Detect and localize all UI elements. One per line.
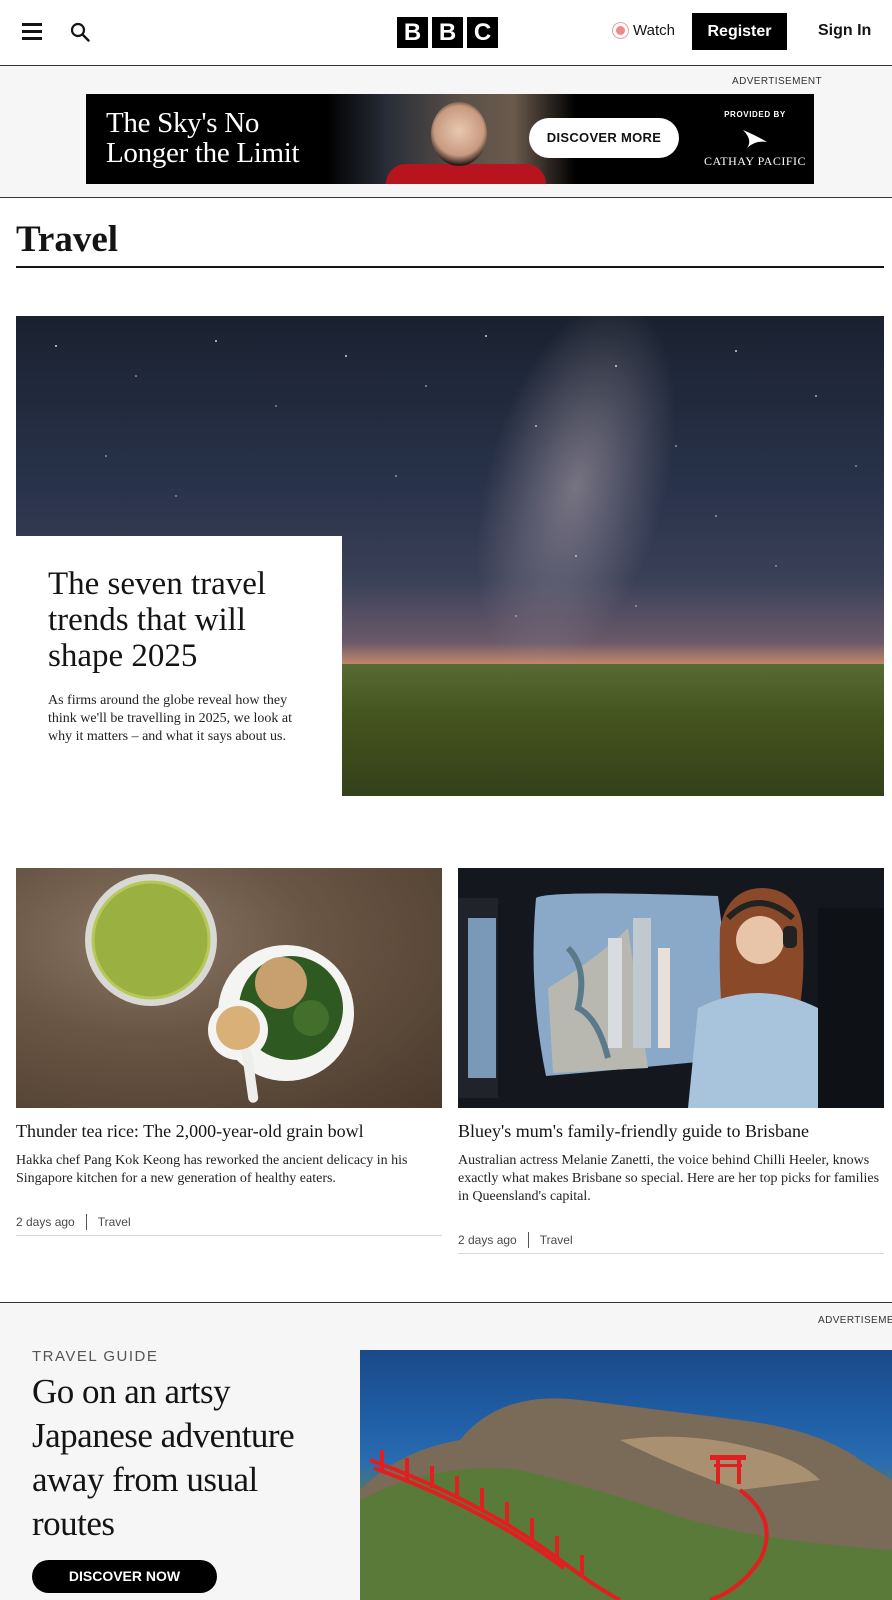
ad-label: ADVERTISEMENT — [732, 76, 823, 87]
top-advertisement: ADVERTISEMENT The Sky's No Longer the Li… — [0, 66, 892, 198]
ad-photo-uniform — [386, 164, 546, 184]
ad-image[interactable] — [360, 1350, 892, 1600]
meta-separator — [527, 1232, 529, 1248]
story-image[interactable] — [458, 868, 884, 1108]
logo-letter: B — [397, 17, 428, 48]
coastal-torii-illustration — [360, 1398, 892, 1600]
ad-kicker: TRAVEL GUIDE — [32, 1348, 159, 1365]
watch-link[interactable]: Watch — [612, 22, 675, 39]
sign-in-link[interactable]: Sign In — [818, 22, 871, 40]
live-dot-icon — [612, 22, 629, 39]
card-divider — [16, 1235, 442, 1236]
grain-bowl-illustration — [85, 874, 354, 1103]
story-timestamp: 2 days ago — [16, 1215, 75, 1229]
site-header: B B C Watch Register Sign In — [0, 0, 892, 66]
story-summary: Australian actress Melanie Zanetti, the … — [458, 1153, 880, 1204]
meta-separator — [85, 1214, 87, 1230]
helicopter-cabin-illustration — [458, 868, 884, 1108]
story-category[interactable]: Travel — [540, 1233, 573, 1247]
logo-letter: B — [432, 17, 463, 48]
watch-label: Watch — [633, 22, 675, 39]
story-headline[interactable]: Bluey's mum's family-friendly guide to B… — [458, 1120, 884, 1142]
story-card[interactable]: Thunder tea rice: The 2,000-year-old gra… — [16, 868, 442, 1236]
story-summary: Hakka chef Pang Kok Keong has reworked t… — [16, 1153, 408, 1186]
hero-headline[interactable]: The seven travel trends that will shape … — [48, 566, 318, 674]
brushwing-logo-icon — [743, 130, 767, 148]
story-meta: 2 days ago Travel — [458, 1232, 573, 1248]
story-headline[interactable]: Thunder tea rice: The 2,000-year-old gra… — [16, 1120, 442, 1142]
logo-letter: C — [467, 17, 498, 48]
ad-headline-line1: The Sky's No — [106, 107, 260, 139]
ad-headline: The Sky's No Longer the Limit — [106, 107, 300, 169]
story-card[interactable]: Bluey's mum's family-friendly guide to B… — [458, 868, 884, 1254]
story-meta: 2 days ago Travel — [16, 1214, 131, 1230]
ad-banner[interactable]: The Sky's No Longer the Limit DISCOVER M… — [86, 94, 814, 184]
register-button[interactable]: Register — [692, 13, 787, 50]
bbc-logo[interactable]: B B C — [397, 17, 498, 48]
ad-brand: CATHAY PACIFIC — [703, 154, 807, 168]
ad-headline-line2: Longer the Limit — [106, 137, 300, 169]
ad-label: ADVERTISEMENT — [818, 1315, 892, 1326]
search-icon[interactable] — [70, 22, 90, 42]
discover-more-button[interactable]: DISCOVER MORE — [529, 118, 679, 158]
ad-photo-face — [431, 102, 487, 166]
story-image[interactable] — [16, 868, 442, 1108]
discover-now-button[interactable]: DISCOVER NOW — [32, 1560, 217, 1593]
menu-icon[interactable] — [22, 23, 42, 41]
ad-provided-by: PROVIDED BY — [724, 110, 786, 119]
ad-headline[interactable]: Go on an artsy Japanese adventure away f… — [32, 1370, 342, 1546]
story-timestamp: 2 days ago — [458, 1233, 517, 1247]
story-category[interactable]: Travel — [98, 1215, 131, 1229]
section-title: Travel — [16, 219, 119, 260]
card-divider — [458, 1253, 884, 1254]
section-divider — [16, 266, 884, 268]
hero-summary: As firms around the globe reveal how the… — [48, 693, 292, 744]
